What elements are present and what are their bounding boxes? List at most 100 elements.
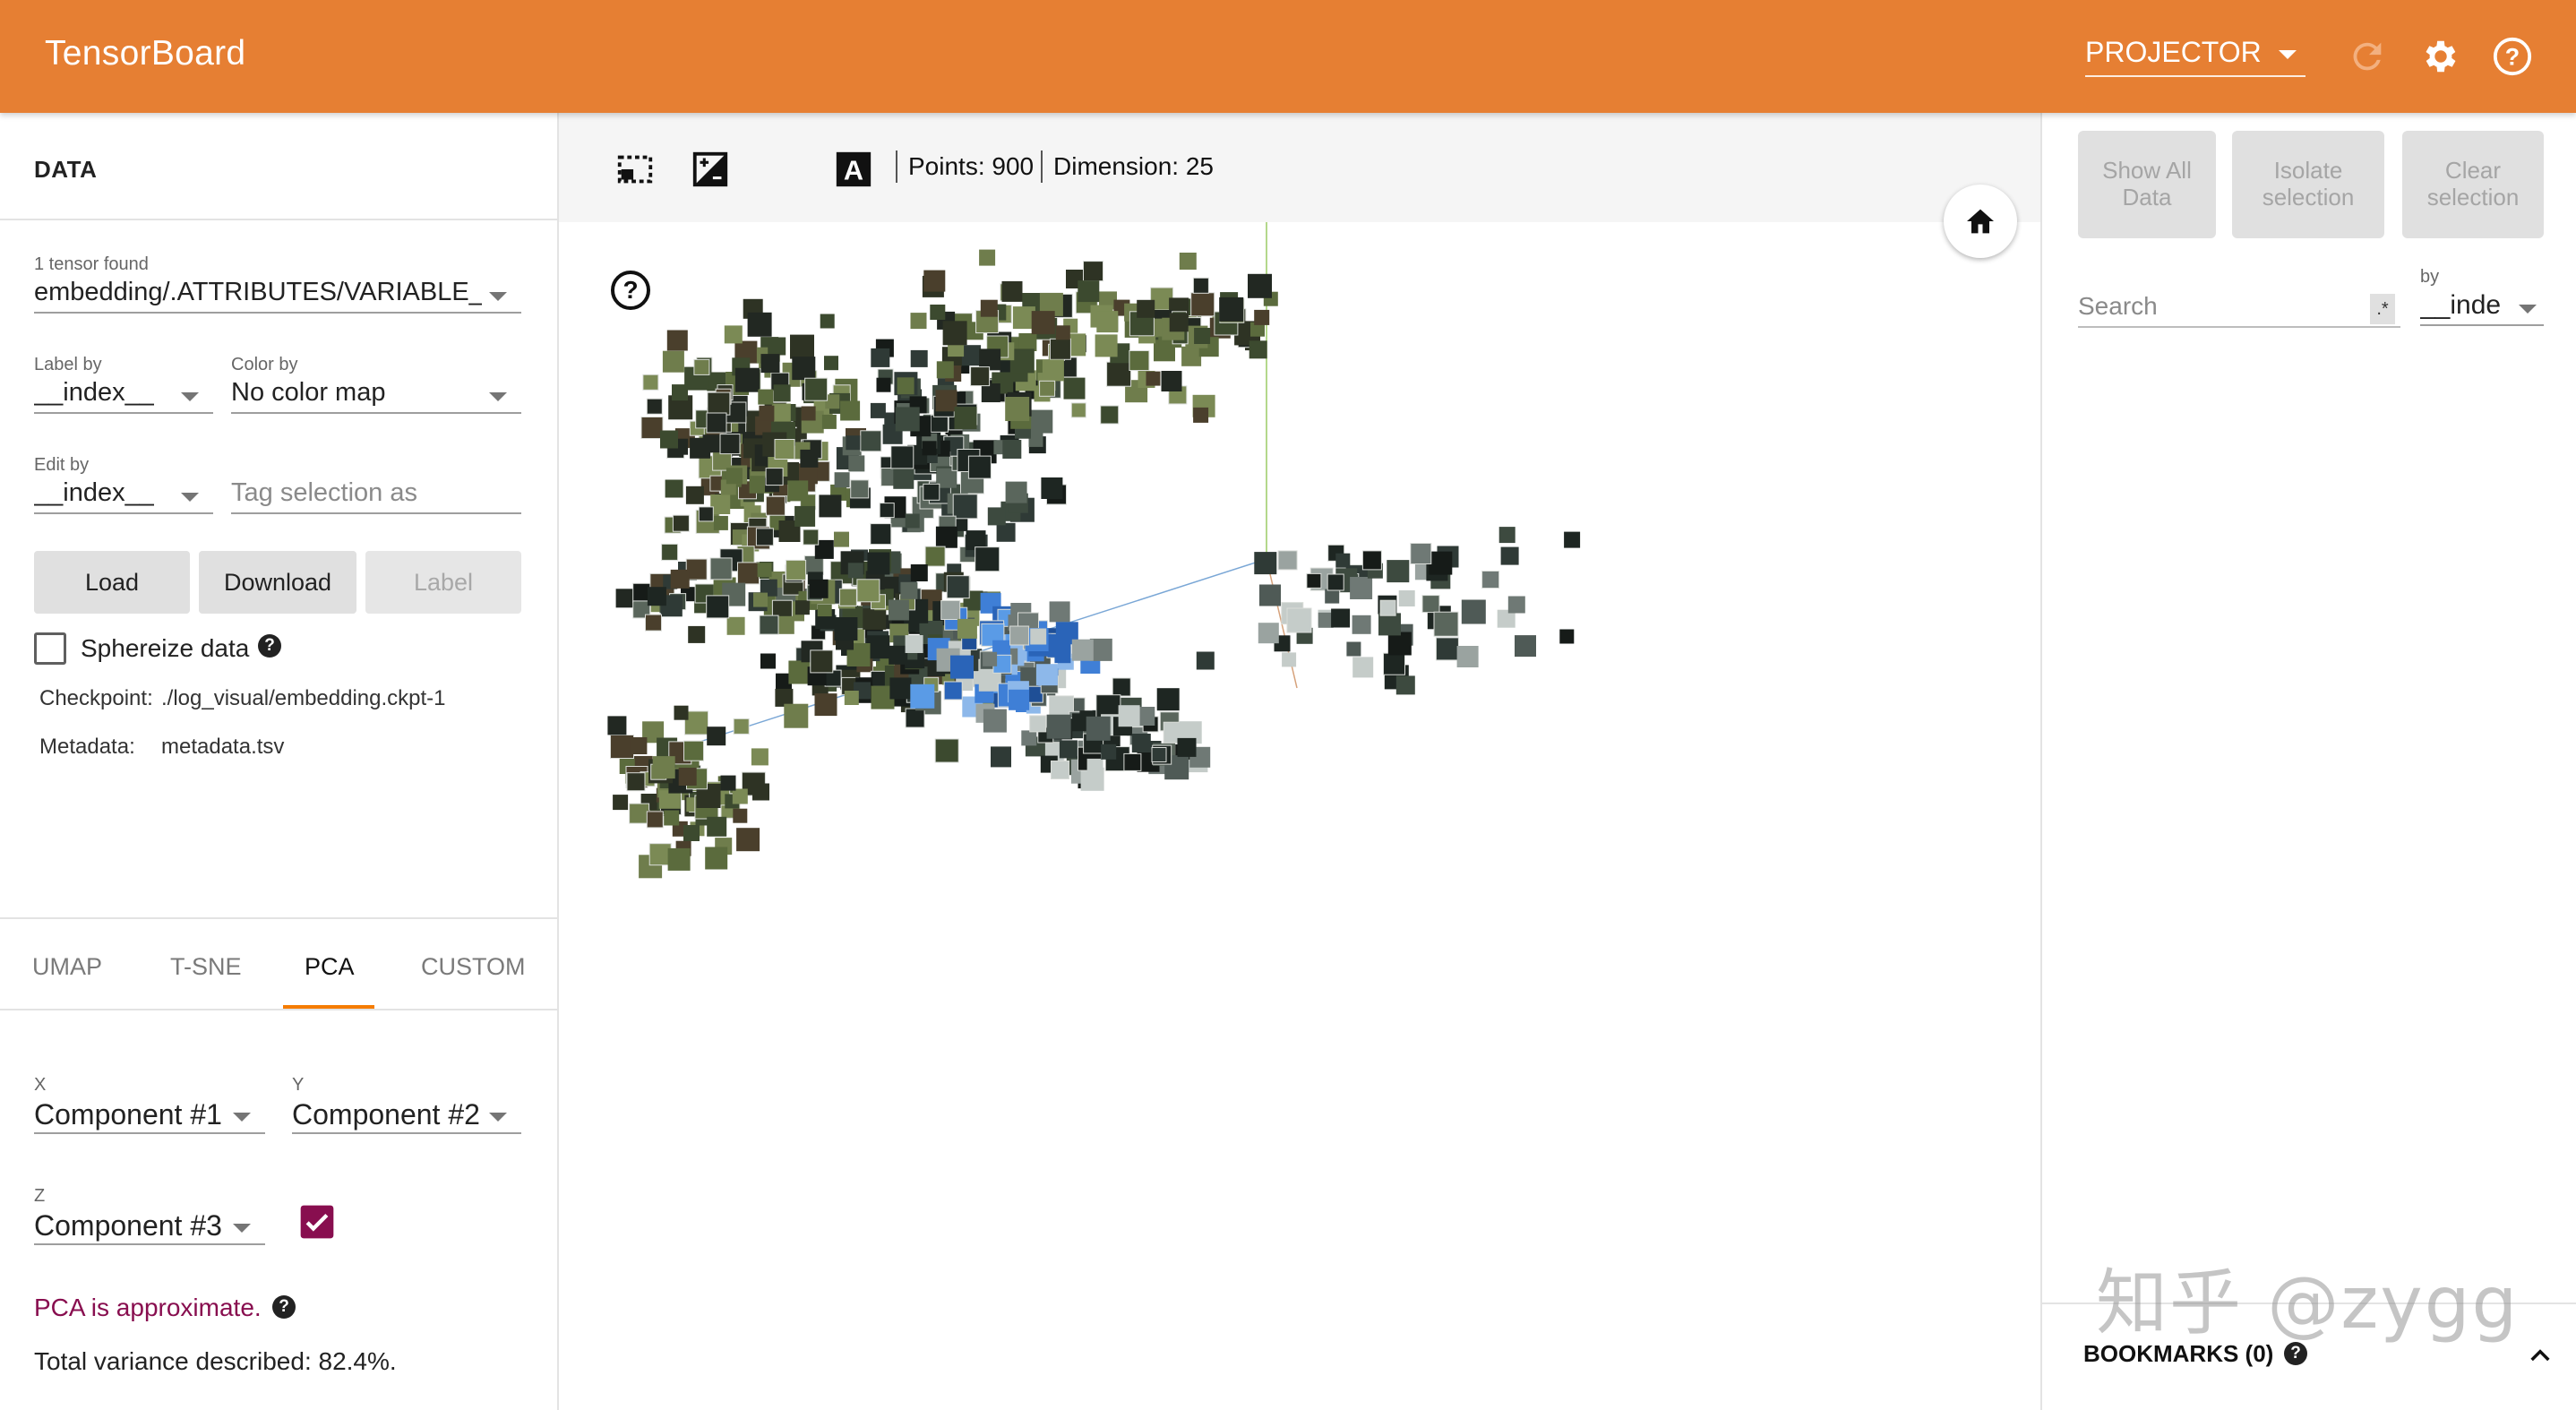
embedding-point[interactable]: [1049, 338, 1071, 360]
embedding-point[interactable]: [1161, 371, 1182, 391]
embedding-point[interactable]: [910, 684, 935, 709]
embedding-point[interactable]: [946, 575, 970, 599]
embedding-point[interactable]: [1456, 646, 1479, 667]
embedding-point[interactable]: [794, 600, 810, 615]
pca-z-checkbox[interactable]: [299, 1204, 335, 1240]
embedding-point[interactable]: [1193, 407, 1209, 423]
embedding-point[interactable]: [1030, 628, 1047, 645]
embedding-point[interactable]: [1435, 637, 1459, 661]
embedding-point[interactable]: [910, 564, 928, 581]
embedding-point[interactable]: [890, 445, 914, 469]
embedding-point[interactable]: [678, 768, 697, 786]
embedding-point[interactable]: [1387, 632, 1412, 656]
embedding-point[interactable]: [665, 479, 683, 498]
embedding-point[interactable]: [987, 507, 1006, 526]
embedding-point[interactable]: [1277, 550, 1298, 571]
embedding-point[interactable]: [1018, 333, 1037, 351]
embedding-point[interactable]: [1254, 309, 1270, 325]
embedding-point[interactable]: [1029, 715, 1047, 733]
label-by-select[interactable]: __index__: [34, 371, 213, 414]
embedding-point[interactable]: [1331, 608, 1351, 628]
embedding-point[interactable]: [1009, 625, 1030, 646]
embedding-point[interactable]: [1410, 543, 1432, 564]
embedding-point[interactable]: [693, 358, 710, 375]
embedding-point[interactable]: [720, 775, 736, 791]
embedding-point[interactable]: [1129, 350, 1150, 371]
embedding-point[interactable]: [820, 314, 835, 329]
embedding-point[interactable]: [922, 441, 937, 456]
embedding-point[interactable]: [1559, 629, 1575, 644]
embedding-point[interactable]: [607, 716, 627, 735]
embedding-point[interactable]: [935, 390, 957, 412]
embedding-point[interactable]: [1078, 280, 1100, 303]
embedding-point[interactable]: [1070, 402, 1086, 418]
embedding-point[interactable]: [1071, 639, 1094, 661]
embedding-point[interactable]: [810, 649, 834, 674]
embedding-point[interactable]: [660, 430, 678, 449]
embedding-point[interactable]: [910, 349, 928, 367]
embedding-point[interactable]: [1306, 572, 1322, 589]
embedding-point[interactable]: [752, 783, 769, 801]
embedding-point[interactable]: [1086, 758, 1103, 775]
embedding-point[interactable]: [1361, 550, 1382, 571]
embedding-point[interactable]: [803, 529, 820, 546]
embedding-point[interactable]: [1123, 752, 1142, 771]
embedding-point[interactable]: [888, 599, 909, 621]
embedding-point[interactable]: [1421, 595, 1440, 614]
embedding-point[interactable]: [1169, 313, 1189, 332]
embedding-point[interactable]: [736, 828, 760, 852]
embedding-point[interactable]: [1156, 688, 1180, 711]
embedding-point[interactable]: [713, 515, 728, 530]
embedding-point[interactable]: [626, 772, 646, 792]
embedding-point[interactable]: [1039, 380, 1056, 397]
embedding-point[interactable]: [1352, 615, 1371, 634]
embedding-point[interactable]: [674, 705, 689, 720]
embedding-point[interactable]: [707, 726, 726, 746]
embedding-point[interactable]: [871, 348, 890, 367]
embedding-point[interactable]: [1387, 560, 1410, 583]
embedding-point[interactable]: [809, 579, 829, 598]
embedding-point[interactable]: [707, 816, 727, 837]
embedding-point[interactable]: [870, 523, 892, 546]
embedding-point[interactable]: [967, 455, 992, 479]
embedding-point[interactable]: [1461, 599, 1486, 624]
embedding-point[interactable]: [1095, 334, 1118, 357]
embedding-point[interactable]: [683, 740, 704, 761]
embedding-point[interactable]: [975, 546, 1000, 572]
embedding-point[interactable]: [615, 589, 635, 608]
embedding-point[interactable]: [923, 270, 946, 292]
embedding-point[interactable]: [981, 383, 1000, 402]
embedding-point[interactable]: [707, 391, 731, 416]
embedding-point[interactable]: [652, 756, 675, 779]
embedding-point[interactable]: [1177, 737, 1197, 757]
embedding-point[interactable]: [1481, 571, 1500, 589]
embedding-point[interactable]: [1101, 744, 1117, 760]
embedding-point[interactable]: [1005, 397, 1030, 421]
embedding-point[interactable]: [1249, 340, 1267, 359]
embedding-point[interactable]: [900, 581, 918, 599]
embedding-point[interactable]: [771, 403, 791, 423]
embedding-point[interactable]: [647, 587, 666, 606]
embedding-point[interactable]: [662, 350, 684, 373]
embedding-point[interactable]: [991, 746, 1011, 768]
embedding-point[interactable]: [1055, 325, 1070, 340]
embedding-point[interactable]: [840, 400, 861, 421]
embedding-point[interactable]: [685, 486, 704, 504]
embedding-point[interactable]: [1131, 734, 1151, 752]
embedding-point[interactable]: [1346, 641, 1361, 657]
chevron-up-icon[interactable]: [2526, 1342, 2555, 1371]
embedding-point[interactable]: [1106, 361, 1132, 387]
label-button[interactable]: Label: [365, 551, 521, 614]
embedding-point[interactable]: [943, 681, 963, 701]
embedding-point[interactable]: [672, 384, 688, 401]
sphereize-checkbox[interactable]: [34, 632, 66, 665]
embedding-point[interactable]: [804, 377, 829, 401]
embedding-point[interactable]: [784, 703, 809, 728]
embedding-point[interactable]: [893, 468, 914, 489]
embedding-point[interactable]: [905, 513, 920, 529]
embedding-point[interactable]: [940, 600, 961, 620]
embedding-point[interactable]: [1059, 740, 1078, 759]
plugin-select[interactable]: PROJECTOR: [2085, 32, 2306, 77]
embedding-point[interactable]: [860, 430, 882, 452]
embedding-point[interactable]: [935, 526, 957, 548]
